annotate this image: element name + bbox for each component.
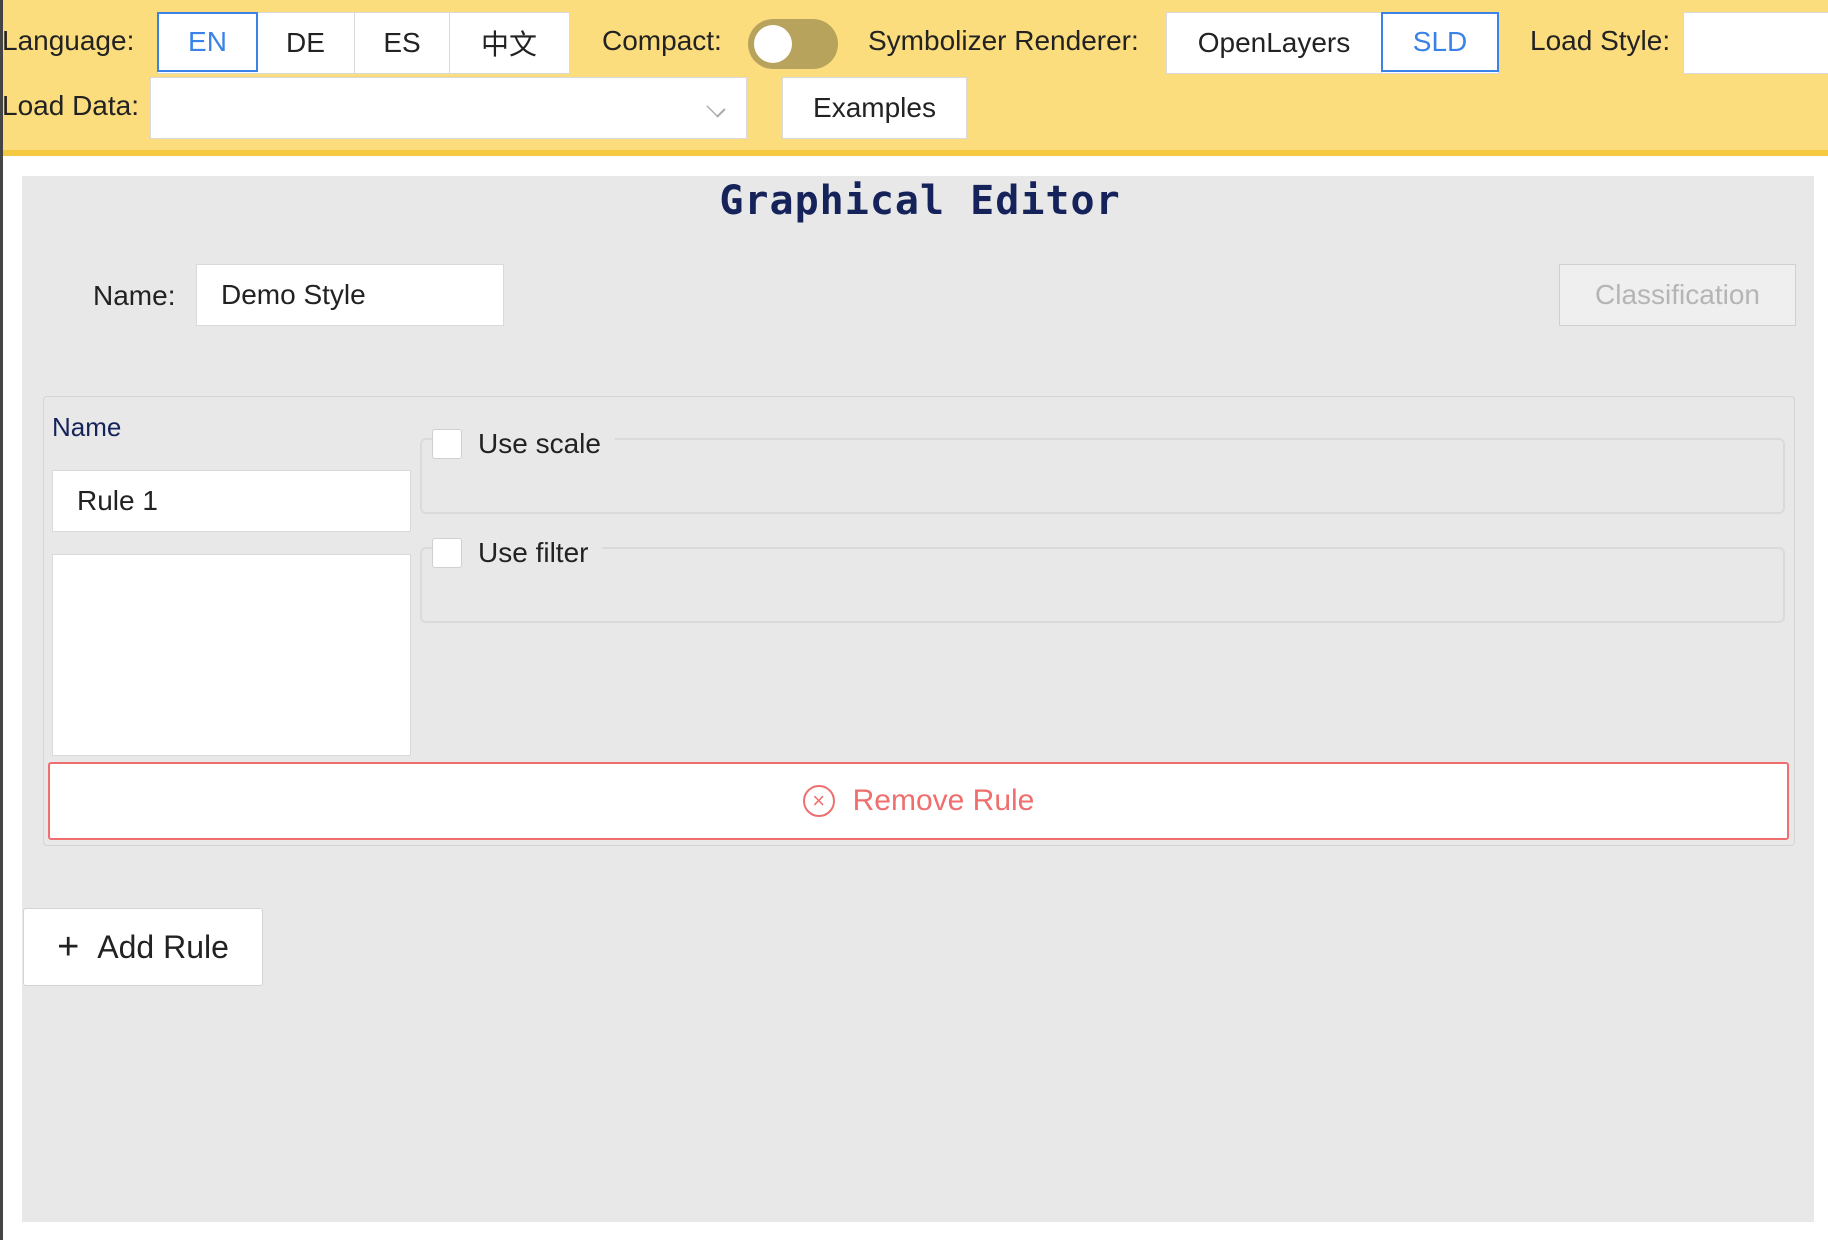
style-name-input[interactable]: Demo Style [196,264,504,326]
add-rule-button[interactable]: + Add Rule [23,908,263,986]
add-rule-label: Add Rule [97,928,229,965]
renderer-option-openlayers[interactable]: OpenLayers [1167,13,1382,73]
symbolizer-renderer-label: Symbolizer Renderer: [868,25,1139,56]
toggle-knob [754,25,792,63]
load-data-select[interactable] [150,77,747,139]
filter-fieldset [420,547,1785,623]
load-style-input[interactable] [1683,12,1828,74]
language-option-es[interactable]: ES [355,13,450,73]
toolbar: Language: EN DE ES 中文 Compact: Symbolize… [0,0,1828,156]
examples-button[interactable]: Examples [782,77,967,139]
plus-icon: + [57,926,80,968]
remove-rule-label: Remove Rule [852,784,1035,817]
page-title: Graphical Editor [719,178,1121,224]
language-option-en[interactable]: EN [157,12,258,72]
compact-label: Compact: [602,25,722,56]
scale-fieldset [420,438,1785,514]
language-selector: EN DE ES 中文 [157,12,570,74]
renderer-option-sld[interactable]: SLD [1381,12,1499,72]
chevron-down-icon [706,98,726,118]
language-option-zh[interactable]: 中文 [450,13,568,73]
use-scale-legend: Use scale [432,428,615,460]
load-data-label: Load Data: [2,90,139,121]
close-circle-icon: × [802,785,835,817]
classification-button[interactable]: Classification [1559,264,1796,326]
compact-toggle[interactable] [748,19,838,69]
window-left-border [0,0,3,1240]
use-scale-checkbox[interactable] [432,429,462,459]
use-filter-checkbox[interactable] [432,538,462,568]
symbolizer-preview[interactable] [52,554,411,756]
rule-name-label: Name [52,412,122,442]
rule-name-input[interactable]: Rule 1 [52,470,411,532]
remove-rule-button[interactable]: × Remove Rule [48,762,1789,840]
load-style-label: Load Style: [1530,25,1671,56]
use-scale-label: Use scale [478,428,601,459]
use-filter-label: Use filter [478,537,589,568]
language-option-de[interactable]: DE [257,13,355,73]
use-filter-legend: Use filter [432,537,603,569]
renderer-selector: OpenLayers SLD [1166,12,1499,74]
style-name-label: Name: [93,280,176,311]
language-label: Language: [2,25,135,56]
